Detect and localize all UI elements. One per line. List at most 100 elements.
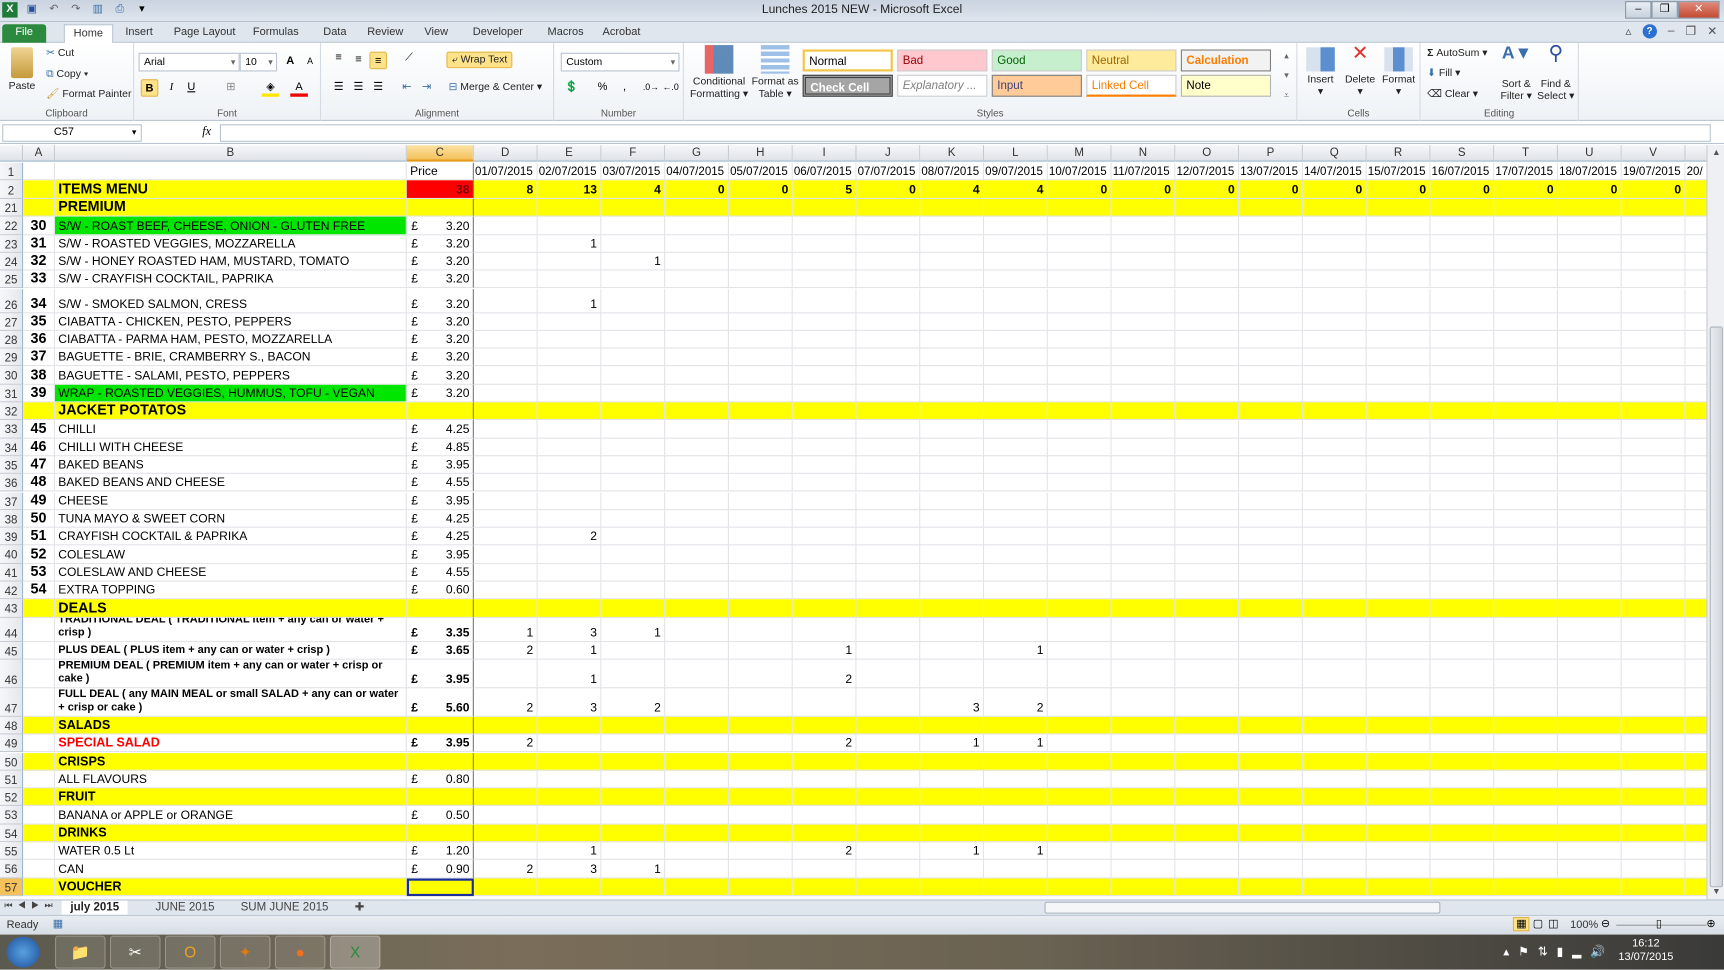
cell[interactable]: [1239, 878, 1303, 896]
quantity-cell[interactable]: [856, 545, 921, 564]
quantity-cell[interactable]: [792, 234, 857, 253]
quantity-cell[interactable]: [856, 420, 921, 439]
price-cell[interactable]: £3.20: [406, 312, 474, 331]
quantity-cell[interactable]: [1302, 216, 1367, 235]
quantity-cell[interactable]: [1047, 509, 1112, 528]
section-header[interactable]: CRISPS: [54, 752, 407, 771]
quantity-cell[interactable]: [1366, 366, 1431, 385]
cell[interactable]: [1047, 199, 1112, 217]
cell[interactable]: [1111, 599, 1176, 618]
quantity-cell[interactable]: [1494, 456, 1558, 475]
item-code-cell[interactable]: 30: [23, 216, 55, 235]
quantity-cell[interactable]: [856, 348, 921, 367]
quantity-cell[interactable]: [920, 806, 985, 825]
cell[interactable]: [473, 878, 538, 896]
format-painter-button[interactable]: 🖌 Format Painter: [46, 88, 131, 100]
item-name-cell[interactable]: TUNA MAYO & SWEET CORN: [54, 509, 407, 528]
cell[interactable]: [792, 788, 857, 807]
tab-developer[interactable]: Developer: [464, 24, 532, 43]
quantity-cell[interactable]: [1621, 509, 1686, 528]
quantity-cell[interactable]: [728, 659, 793, 689]
cell[interactable]: [23, 199, 55, 217]
orientation-icon[interactable]: ⟋: [400, 49, 418, 67]
style-note[interactable]: Note: [1180, 74, 1272, 97]
quantity-cell[interactable]: [1685, 474, 1707, 493]
daily-total-cell[interactable]: 0: [1239, 180, 1303, 200]
column-header-w[interactable]: [1685, 145, 1707, 162]
date-header-cell[interactable]: 10/07/2015: [1047, 162, 1112, 181]
item-name-cell[interactable]: BAKED BEANS AND CHEESE: [54, 474, 407, 493]
quantity-cell[interactable]: [537, 348, 602, 367]
quantity-cell[interactable]: [601, 420, 666, 439]
date-header-cell[interactable]: 13/07/2015: [1239, 162, 1303, 181]
quantity-cell[interactable]: [1239, 509, 1303, 528]
quantity-cell[interactable]: [1557, 456, 1622, 475]
cell[interactable]: [537, 716, 602, 735]
cell[interactable]: [1302, 788, 1367, 807]
quantity-cell[interactable]: [665, 474, 729, 493]
quantity-cell[interactable]: [473, 384, 538, 403]
cell[interactable]: [1111, 752, 1176, 771]
quantity-cell[interactable]: [665, 734, 729, 753]
quantity-cell[interactable]: [1430, 438, 1495, 457]
quantity-cell[interactable]: [1047, 420, 1112, 439]
quantity-cell[interactable]: [1430, 216, 1495, 235]
normal-view-icon[interactable]: ▦: [1512, 916, 1530, 932]
quantity-cell[interactable]: [1302, 312, 1367, 331]
quantity-cell[interactable]: [1047, 842, 1112, 861]
row-header[interactable]: 47: [0, 688, 24, 717]
quantity-cell[interactable]: [1047, 641, 1112, 660]
quantity-cell[interactable]: [792, 330, 857, 349]
cell[interactable]: [1302, 878, 1367, 896]
style-good[interactable]: Good: [991, 49, 1082, 72]
quantity-cell[interactable]: [601, 330, 666, 349]
section-header[interactable]: FRUIT: [54, 788, 407, 807]
quantity-cell[interactable]: [728, 860, 793, 879]
quantity-cell[interactable]: [473, 842, 538, 861]
cell[interactable]: [665, 716, 729, 735]
quantity-cell[interactable]: [792, 438, 857, 457]
cell[interactable]: [54, 162, 407, 181]
vertical-scrollbar[interactable]: ▲ ▼: [1706, 145, 1724, 900]
quantity-cell[interactable]: [1047, 330, 1112, 349]
quantity-cell[interactable]: [1239, 617, 1303, 642]
daily-total-cell[interactable]: 0: [728, 180, 793, 200]
row-header[interactable]: 29: [0, 348, 24, 367]
quantity-cell[interactable]: [728, 216, 793, 235]
quantity-cell[interactable]: [984, 563, 1048, 582]
cell[interactable]: [792, 878, 857, 896]
item-code-cell[interactable]: 49: [23, 492, 55, 510]
quantity-cell[interactable]: [856, 216, 921, 235]
cell[interactable]: [1557, 788, 1622, 807]
quantity-cell[interactable]: [665, 288, 729, 313]
quantity-cell[interactable]: [1175, 563, 1240, 582]
quantity-cell[interactable]: [728, 348, 793, 367]
quantity-cell[interactable]: [537, 420, 602, 439]
price-cell[interactable]: £3.20: [406, 366, 474, 385]
quantity-cell[interactable]: [1302, 492, 1367, 510]
quantity-cell[interactable]: [1239, 492, 1303, 510]
item-code-cell[interactable]: 35: [23, 312, 55, 331]
quantity-cell[interactable]: [1494, 527, 1558, 546]
cell[interactable]: [406, 199, 474, 217]
cell[interactable]: [920, 199, 985, 217]
quantity-cell[interactable]: [728, 420, 793, 439]
quantity-cell[interactable]: [665, 806, 729, 825]
quantity-cell[interactable]: [728, 581, 793, 600]
quantity-cell[interactable]: [1430, 348, 1495, 367]
quantity-cell[interactable]: [856, 270, 921, 289]
cell[interactable]: [406, 402, 474, 421]
quantity-cell[interactable]: [1557, 860, 1622, 879]
quantity-cell[interactable]: [920, 545, 985, 564]
cell[interactable]: [1366, 752, 1431, 771]
quantity-cell[interactable]: [792, 563, 857, 582]
cell[interactable]: [1685, 599, 1707, 618]
cell[interactable]: [1047, 716, 1112, 735]
quantity-cell[interactable]: 1: [537, 641, 602, 660]
cell[interactable]: [1239, 716, 1303, 735]
quantity-cell[interactable]: [537, 509, 602, 528]
paste-button[interactable]: Paste: [4, 47, 39, 92]
quantity-cell[interactable]: [1557, 770, 1622, 789]
quantity-cell[interactable]: 3: [920, 688, 985, 717]
grand-total-cell[interactable]: 38: [406, 180, 474, 200]
